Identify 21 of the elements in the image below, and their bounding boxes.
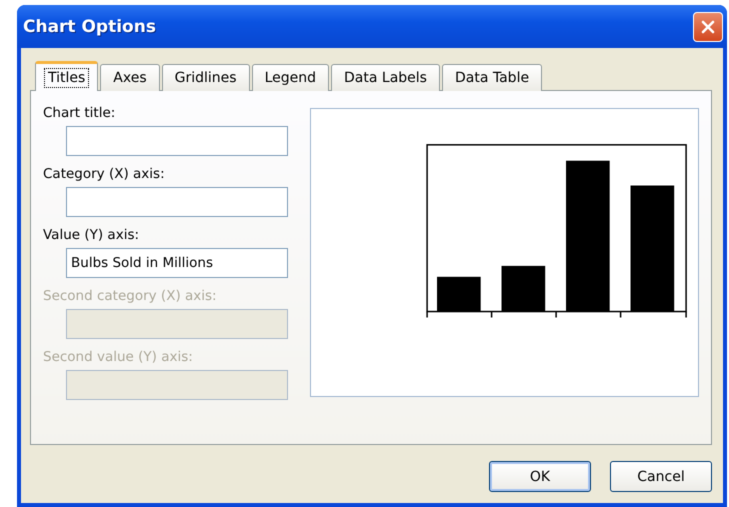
tab[interactable]: Axes xyxy=(100,64,160,91)
field-label: Value (Y) axis: xyxy=(43,227,140,245)
close-button[interactable] xyxy=(693,12,723,42)
window-title: Chart Options xyxy=(23,16,156,36)
field-label: Chart title: xyxy=(43,105,116,123)
dialog-button[interactable]: OK xyxy=(489,461,591,492)
tab[interactable]: Data Table xyxy=(442,64,542,91)
bar xyxy=(502,266,546,312)
input-field[interactable] xyxy=(66,126,288,156)
dialog-button[interactable]: Cancel xyxy=(610,461,712,492)
tab[interactable]: Data Labels xyxy=(331,64,440,91)
input-field[interactable] xyxy=(66,187,288,217)
field-label: Second value (Y) axis: xyxy=(43,349,194,367)
tab[interactable]: Legend xyxy=(252,64,330,91)
close-icon xyxy=(701,20,715,34)
tab[interactable]: Titles xyxy=(35,61,98,91)
input-field[interactable]: Bulbs Sold in Millions xyxy=(66,248,288,278)
tab[interactable]: Gridlines xyxy=(162,64,250,91)
field-label: Second category (X) axis: xyxy=(43,288,218,306)
bar xyxy=(437,276,481,312)
field-label: Category (X) axis: xyxy=(43,166,166,184)
